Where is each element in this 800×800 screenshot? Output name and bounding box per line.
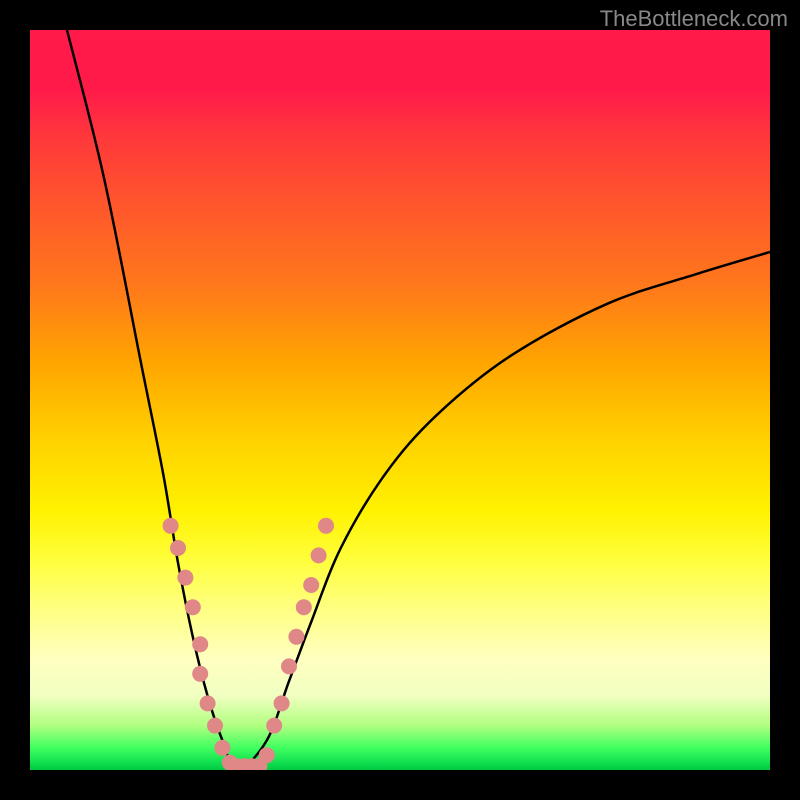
data-point — [207, 718, 223, 734]
data-point — [163, 518, 179, 534]
data-point — [259, 747, 275, 763]
data-point — [281, 658, 297, 674]
data-point — [311, 547, 327, 563]
curve-path — [67, 30, 770, 770]
bottleneck-curve — [67, 30, 770, 770]
data-point — [192, 666, 208, 682]
watermark-text: TheBottleneck.com — [600, 6, 788, 32]
data-point — [170, 540, 186, 556]
chart-plot-area — [30, 30, 770, 770]
data-point — [177, 570, 193, 586]
data-point — [296, 599, 312, 615]
data-point — [266, 718, 282, 734]
data-markers — [163, 518, 334, 770]
data-point — [214, 740, 230, 756]
data-point — [318, 518, 334, 534]
data-point — [274, 695, 290, 711]
data-point — [192, 636, 208, 652]
data-point — [303, 577, 319, 593]
data-point — [185, 599, 201, 615]
chart-svg — [30, 30, 770, 770]
data-point — [288, 629, 304, 645]
data-point — [200, 695, 216, 711]
